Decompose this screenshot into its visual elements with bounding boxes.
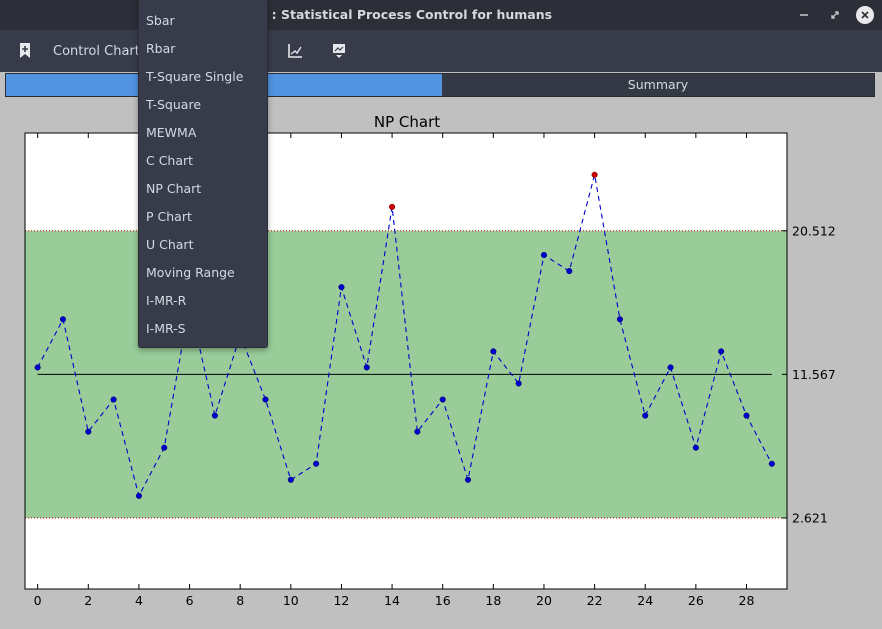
- chart-axes-icon: [288, 44, 302, 58]
- data-point: [34, 364, 41, 371]
- menu-item-u-chart[interactable]: U Chart: [139, 231, 267, 259]
- data-point: [464, 476, 472, 483]
- data-point: [515, 380, 522, 387]
- out-of-control-point: [591, 171, 598, 178]
- data-point: [110, 396, 117, 403]
- data-point: [540, 251, 548, 259]
- data-point: [439, 396, 446, 403]
- app-window: SPC : Statistical Process Control for hu…: [0, 0, 882, 629]
- menu-item-c-chart[interactable]: C Chart: [139, 147, 267, 175]
- menu-item-i-mr-s[interactable]: I-MR-S: [139, 315, 267, 343]
- data-point: [768, 460, 775, 467]
- minimize-icon: [800, 14, 808, 16]
- close-icon: [861, 11, 869, 19]
- bookmark-button[interactable]: [18, 42, 34, 60]
- menu-item-rbar[interactable]: Rbar: [139, 35, 267, 63]
- x-tick-label: 22: [587, 593, 603, 608]
- data-point: [85, 428, 92, 435]
- data-point: [743, 412, 750, 419]
- x-tick-label: 10: [283, 593, 299, 608]
- control-limit-label: 20.512: [792, 223, 836, 238]
- np-chart: 0 2 4 6 8 10 12 14 16 18 20 22 24 26 2820.51211.5672.6…: [24, 113, 836, 608]
- x-tick-label: 20: [536, 593, 552, 608]
- export-image-button[interactable]: [331, 42, 347, 60]
- menu-item-t-square[interactable]: T-Square: [139, 91, 267, 119]
- x-tick-label: 4: [135, 593, 143, 608]
- data-point: [642, 412, 649, 419]
- window-title: SPC : Statistical Process Control for hu…: [239, 7, 553, 22]
- tab-bar: Summary: [5, 73, 875, 97]
- data-point: [262, 396, 269, 403]
- control-limit-label: 11.567: [792, 367, 836, 382]
- maximize-button[interactable]: [826, 6, 844, 24]
- data-point: [313, 460, 320, 467]
- data-point: [59, 316, 67, 323]
- menu-item-sbar[interactable]: Sbar: [139, 7, 267, 35]
- x-tick-label: 28: [739, 593, 755, 608]
- data-point: [287, 476, 294, 483]
- x-tick-label: 12: [333, 593, 349, 608]
- data-point: [211, 412, 218, 419]
- out-of-control-point: [389, 203, 396, 210]
- control-limit-label: 2.621: [792, 511, 828, 526]
- title-bar: SPC : Statistical Process Control for hu…: [0, 0, 882, 30]
- x-tick-label: 26: [688, 593, 704, 608]
- bookmark-icon: [20, 43, 30, 58]
- data-point: [414, 428, 421, 435]
- data-point: [363, 364, 370, 371]
- control-chart-dropdown-menu: Sbar Rbar T-Square Single T-Square MEWMA…: [138, 0, 268, 348]
- data-point: [616, 316, 623, 323]
- x-tick-label: 8: [236, 593, 244, 608]
- maximize-icon: [831, 11, 839, 19]
- x-tick-label: 14: [384, 593, 400, 608]
- x-tick-label: 16: [435, 593, 451, 608]
- data-point: [566, 268, 573, 275]
- close-button[interactable]: [856, 6, 874, 24]
- data-point: [338, 284, 345, 291]
- data-point: [692, 444, 699, 451]
- data-point: [135, 492, 142, 499]
- minimize-button[interactable]: [795, 6, 813, 24]
- x-tick-label: 18: [485, 593, 501, 608]
- menu-item-t-square-single[interactable]: T-Square Single: [139, 63, 267, 91]
- menu-item-p-chart[interactable]: P Chart: [139, 203, 267, 231]
- chart-panel: 0 2 4 6 8 10 12 14 16 18 20 22 24 26 28 20.512 11.567 2.6…: [5, 98, 875, 622]
- menu-item-mewma[interactable]: MEWMA: [139, 119, 267, 147]
- menu-item-moving-range[interactable]: Moving Range: [139, 259, 267, 287]
- x-tick-label: 6: [186, 593, 194, 608]
- data-point: [490, 348, 497, 355]
- axes-chart-button[interactable]: [287, 42, 303, 60]
- image-download-icon: [333, 44, 345, 58]
- tab-summary[interactable]: Summary: [442, 74, 874, 96]
- x-tick-label: 2: [84, 593, 92, 608]
- menu-item-np-chart[interactable]: NP Chart: [139, 175, 267, 203]
- data-point: [161, 444, 168, 451]
- menu-item-i-mr-r[interactable]: I-MR-R: [139, 287, 267, 315]
- toolbar: Control Chart:: [0, 30, 882, 72]
- x-tick-label: 0: [34, 593, 42, 608]
- chart-title: NP Chart: [374, 113, 440, 131]
- data-point: [718, 348, 725, 355]
- data-point: [667, 364, 674, 371]
- control-chart-label: Control Chart:: [53, 44, 145, 59]
- x-tick-label: 24: [637, 593, 653, 608]
